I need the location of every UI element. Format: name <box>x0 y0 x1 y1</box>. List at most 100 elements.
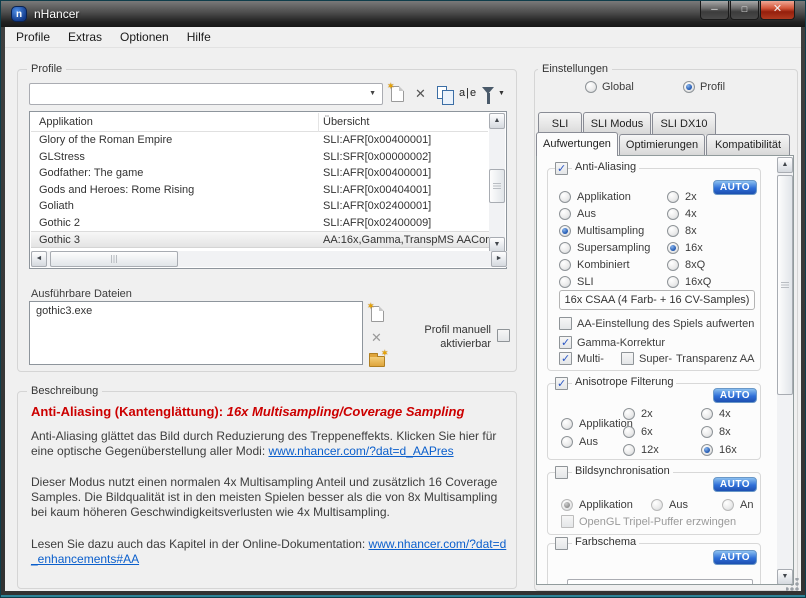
vscroll-thumb[interactable] <box>489 169 505 203</box>
executables-list[interactable]: gothic3.exe <box>29 301 363 365</box>
af-level-4x-radio[interactable] <box>701 408 713 420</box>
scope-global-radio[interactable] <box>585 81 597 93</box>
description-group-label: Beschreibung <box>27 385 102 397</box>
aa-level-8x-label: 8x <box>685 225 697 237</box>
scope-profil-label: Profil <box>700 81 725 93</box>
af-level-2x-radio[interactable] <box>623 408 635 420</box>
column-header-uebersicht[interactable]: Übersicht <box>323 116 369 128</box>
aa-upgrade-label: AA-Einstellung des Spiels aufwerten <box>577 318 754 330</box>
aa-mode-supersampling-label: Supersampling <box>577 242 650 254</box>
aa-mode-multisampling-radio[interactable] <box>559 225 571 237</box>
title-bar[interactable]: n nHancer ─ □ ✕ <box>1 1 805 27</box>
colorscheme-combobox[interactable] <box>567 579 753 585</box>
list-row[interactable]: Gothic 2SLI:AFR[0x02400009] <box>31 215 491 232</box>
aa-mode-supersampling-radio[interactable] <box>559 242 571 254</box>
aa-upgrade-checkbox[interactable] <box>559 317 572 330</box>
triple-buffer-checkbox[interactable] <box>561 515 574 528</box>
chevron-down-icon[interactable]: ▼ <box>369 90 376 97</box>
aa-mode-aus-radio[interactable] <box>559 208 571 220</box>
menu-extras[interactable]: Extras <box>59 28 111 46</box>
af-mode-aus-label: Aus <box>579 436 598 448</box>
vsync-an-label: An <box>740 499 753 511</box>
list-row[interactable]: GoliathSLI:AFR[0x02400001] <box>31 198 491 215</box>
cell-overview: SLI:AFR[0x02400001] <box>323 200 431 212</box>
application-list[interactable]: Applikation Übersicht Glory of the Roman… <box>29 111 507 269</box>
settings-vscrollbar[interactable]: ▲ ▼ <box>777 157 793 585</box>
aa-level-16xq-radio[interactable] <box>667 276 679 288</box>
aa-level-2x-label: 2x <box>685 191 697 203</box>
aa-mode-multisampling-label: Multisampling <box>577 225 644 237</box>
anisotropic-enable-checkbox[interactable] <box>555 377 568 390</box>
tab-aufwertungen[interactable]: Aufwertungen <box>536 132 618 156</box>
menu-optionen[interactable]: Optionen <box>111 28 178 46</box>
app-logo-icon: n <box>11 6 27 22</box>
settings-vscroll-thumb[interactable] <box>777 175 793 395</box>
scope-profil-radio[interactable] <box>683 81 695 93</box>
filter-icon[interactable] <box>482 87 494 94</box>
gamma-correction-checkbox[interactable] <box>559 336 572 349</box>
colorscheme-enable-checkbox[interactable] <box>555 537 568 550</box>
triple-buffer-label: OpenGL Tripel-Puffer erzwingen <box>579 516 736 528</box>
aa-level-2x-radio[interactable] <box>667 191 679 203</box>
list-rows: Glory of the Roman EmpireSLI:AFR[0x00400… <box>31 132 491 255</box>
list-row[interactable]: Godfather: The gameSLI:AFR[0x00400001] <box>31 165 491 182</box>
af-level-16x-radio[interactable] <box>701 444 713 456</box>
list-row[interactable]: Gods and Heroes: Rome RisingSLI:AFR[0x00… <box>31 182 491 199</box>
manual-activation-checkbox[interactable] <box>497 329 510 342</box>
aa-level-8xq-radio[interactable] <box>667 259 679 271</box>
scroll-left-icon[interactable]: ◄ <box>31 251 47 267</box>
description-para2: Dieser Modus nutzt einen normalen 4x Mul… <box>31 475 507 520</box>
tab-optimierungen[interactable]: Optimierungen <box>619 134 705 156</box>
list-row[interactable]: Glory of the Roman EmpireSLI:AFR[0x00400… <box>31 132 491 149</box>
vsync-aus-radio[interactable] <box>651 499 663 511</box>
af-level-6x-radio[interactable] <box>623 426 635 438</box>
transparency-multi-checkbox[interactable] <box>559 352 572 365</box>
transparency-multi-label: Multi- <box>577 353 604 365</box>
af-level-8x-radio[interactable] <box>701 426 713 438</box>
column-divider[interactable] <box>318 113 319 132</box>
antialiasing-group-label: Anti-Aliasing <box>572 161 639 173</box>
list-vscrollbar[interactable]: ▲ ▼ <box>489 113 505 253</box>
aa-level-8x-radio[interactable] <box>667 225 679 237</box>
transparency-super-checkbox[interactable] <box>621 352 634 365</box>
vsync-auto-badge: AUTO <box>713 477 757 492</box>
aa-presets-link[interactable]: www.nhancer.com/?dat=d_AAPres <box>268 444 453 458</box>
antialiasing-enable-checkbox[interactable] <box>555 162 568 175</box>
vsync-enable-checkbox[interactable] <box>555 466 568 479</box>
tab-kompatibilitaet[interactable]: Kompatibilität <box>706 134 790 156</box>
list-hscrollbar[interactable]: ◄ ► <box>31 251 507 267</box>
settings-group-label: Einstellungen <box>538 63 612 75</box>
cell-app: Gothic 2 <box>39 217 80 229</box>
hscroll-thumb[interactable] <box>50 251 178 267</box>
menu-profile[interactable]: Profile <box>7 28 59 46</box>
list-row-selected[interactable]: Gothic 3AA:16x,Gamma,TranspMS AACompa <box>31 231 491 248</box>
aa-mode-sli-radio[interactable] <box>559 276 571 288</box>
maximize-button[interactable]: □ <box>730 1 759 20</box>
aa-level-16x-radio[interactable] <box>667 242 679 254</box>
executable-item[interactable]: gothic3.exe <box>36 305 92 317</box>
minimize-button[interactable]: ─ <box>700 1 729 20</box>
list-row[interactable]: GLStressSLI:SFR[0x00000002] <box>31 149 491 166</box>
profile-combobox[interactable]: ▼ <box>29 83 383 105</box>
csaa-info-box: 16x CSAA (4 Farb- + 16 CV-Samples) <box>559 290 755 310</box>
column-header-applikation[interactable]: Applikation <box>39 116 93 128</box>
filter-caret-icon[interactable]: ▼ <box>498 90 505 97</box>
aa-mode-kombiniert-radio[interactable] <box>559 259 571 271</box>
scroll-right-icon[interactable]: ► <box>491 251 507 267</box>
tab-sli-dx10[interactable]: SLI DX10 <box>652 112 716 135</box>
scroll-up-icon[interactable]: ▲ <box>777 157 793 173</box>
aa-mode-applikation-radio[interactable] <box>559 191 571 203</box>
close-button[interactable]: ✕ <box>760 1 795 20</box>
aa-level-4x-radio[interactable] <box>667 208 679 220</box>
copy-profile-icon[interactable] <box>437 86 447 99</box>
af-mode-aus-radio[interactable] <box>561 436 573 448</box>
scroll-up-icon[interactable]: ▲ <box>489 113 505 129</box>
vsync-applikation-radio[interactable] <box>561 499 573 511</box>
vsync-an-radio[interactable] <box>722 499 734 511</box>
af-level-12x-radio[interactable] <box>623 444 635 456</box>
scroll-down-icon[interactable]: ▼ <box>777 569 793 585</box>
menu-hilfe[interactable]: Hilfe <box>178 28 220 46</box>
delete-profile-button[interactable]: ✕ <box>415 87 426 100</box>
rename-profile-icon[interactable]: a|e <box>459 87 477 99</box>
af-mode-applikation-radio[interactable] <box>561 418 573 430</box>
